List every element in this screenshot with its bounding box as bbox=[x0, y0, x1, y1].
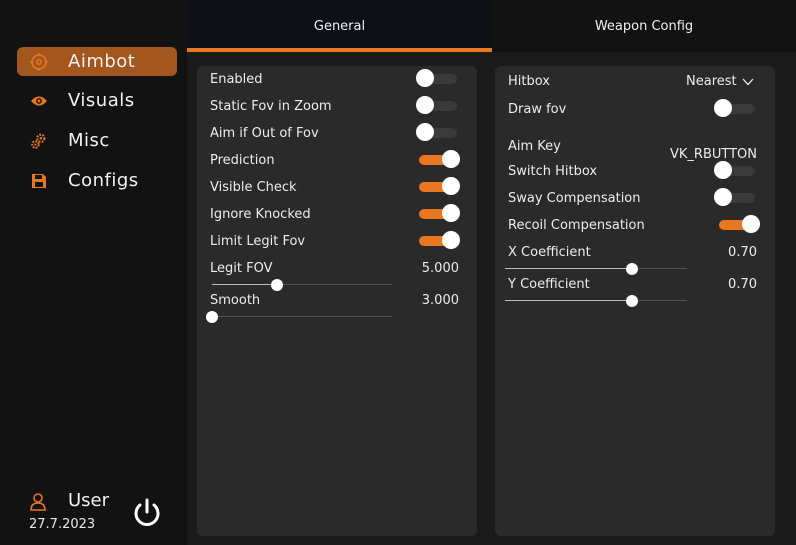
legit-fov-label: Legit FOV bbox=[210, 261, 273, 276]
sidebar-item-label: Visuals bbox=[68, 90, 135, 111]
weapon-panel: Hitbox Nearest Draw fov Aim Key VK_RBUTT… bbox=[495, 66, 775, 536]
hitbox-dropdown[interactable]: Nearest bbox=[686, 74, 754, 89]
prediction-toggle[interactable] bbox=[419, 150, 460, 168]
prediction-label: Prediction bbox=[210, 153, 275, 168]
sidebar-item-misc[interactable]: Misc bbox=[17, 126, 177, 155]
limit-legit-fov-toggle[interactable] bbox=[419, 231, 460, 249]
sidebar-item-visuals[interactable]: Visuals bbox=[17, 86, 177, 115]
draw-fov-label: Draw fov bbox=[508, 102, 567, 117]
hitbox-label: Hitbox bbox=[508, 74, 550, 89]
crosshair-icon bbox=[30, 52, 48, 71]
sway-compensation-label: Sway Compensation bbox=[508, 191, 641, 206]
y-coefficient-label: Y Coefficient bbox=[508, 277, 590, 292]
sway-compensation-toggle[interactable] bbox=[714, 188, 757, 206]
hitbox-value: Nearest bbox=[686, 74, 737, 89]
floppy-disk-icon bbox=[30, 172, 48, 190]
sidebar-item-aimbot[interactable]: Aimbot bbox=[17, 47, 177, 76]
ignore-knocked-label: Ignore Knocked bbox=[210, 207, 311, 222]
sidebar-item-label: Aimbot bbox=[68, 51, 136, 72]
x-coefficient-value: 0.70 bbox=[728, 245, 757, 260]
switch-hitbox-label: Switch Hitbox bbox=[508, 164, 598, 179]
general-panel: Enabled Static Fov in Zoom Aim if Out of… bbox=[197, 66, 477, 536]
tab-weapon-config[interactable]: Weapon Config bbox=[492, 0, 796, 52]
static-fov-label: Static Fov in Zoom bbox=[210, 99, 332, 114]
enabled-toggle[interactable] bbox=[416, 69, 459, 87]
sidebar: Aimbot Visuals Misc Configs User 27.7.20… bbox=[0, 0, 187, 545]
x-coefficient-label: X Coefficient bbox=[508, 245, 591, 260]
y-coefficient-value: 0.70 bbox=[728, 277, 757, 292]
switch-hitbox-toggle[interactable] bbox=[714, 161, 757, 179]
tab-bar: General Weapon Config bbox=[187, 0, 796, 52]
eye-icon bbox=[30, 92, 48, 110]
static-fov-toggle[interactable] bbox=[416, 96, 459, 114]
recoil-compensation-label: Recoil Compensation bbox=[508, 218, 645, 233]
aim-key-label: Aim Key bbox=[508, 139, 561, 154]
smooth-value: 3.000 bbox=[421, 293, 459, 308]
aim-key-value[interactable]: VK_RBUTTON bbox=[670, 147, 757, 162]
visible-check-toggle[interactable] bbox=[419, 177, 460, 195]
user-name: User bbox=[68, 490, 110, 511]
tab-label: General bbox=[313, 18, 366, 34]
x-coefficient-slider[interactable] bbox=[505, 263, 687, 275]
chevron-down-icon bbox=[742, 78, 754, 86]
gears-icon bbox=[30, 132, 48, 150]
legit-fov-slider[interactable] bbox=[212, 279, 392, 291]
smooth-label: Smooth bbox=[210, 293, 261, 308]
aim-out-of-fov-toggle[interactable] bbox=[416, 123, 459, 141]
user-icon bbox=[30, 493, 46, 511]
sidebar-item-label: Configs bbox=[68, 170, 139, 191]
power-icon bbox=[130, 498, 164, 534]
visible-check-label: Visible Check bbox=[210, 180, 297, 195]
aim-out-of-fov-label: Aim if Out of Fov bbox=[210, 126, 319, 141]
draw-fov-toggle[interactable] bbox=[714, 99, 757, 117]
power-button[interactable] bbox=[130, 496, 164, 530]
tab-general[interactable]: General bbox=[187, 0, 492, 52]
legit-fov-value: 5.000 bbox=[421, 261, 459, 276]
user-date: 27.7.2023 bbox=[29, 517, 96, 532]
smooth-slider[interactable] bbox=[206, 311, 392, 323]
y-coefficient-slider[interactable] bbox=[505, 295, 687, 307]
sidebar-item-configs[interactable]: Configs bbox=[17, 166, 177, 195]
sidebar-item-label: Misc bbox=[68, 130, 110, 151]
limit-legit-fov-label: Limit Legit Fov bbox=[210, 234, 306, 249]
enabled-label: Enabled bbox=[210, 72, 263, 87]
ignore-knocked-toggle[interactable] bbox=[419, 204, 460, 222]
tab-label: Weapon Config bbox=[594, 18, 694, 34]
recoil-compensation-toggle[interactable] bbox=[719, 215, 760, 233]
